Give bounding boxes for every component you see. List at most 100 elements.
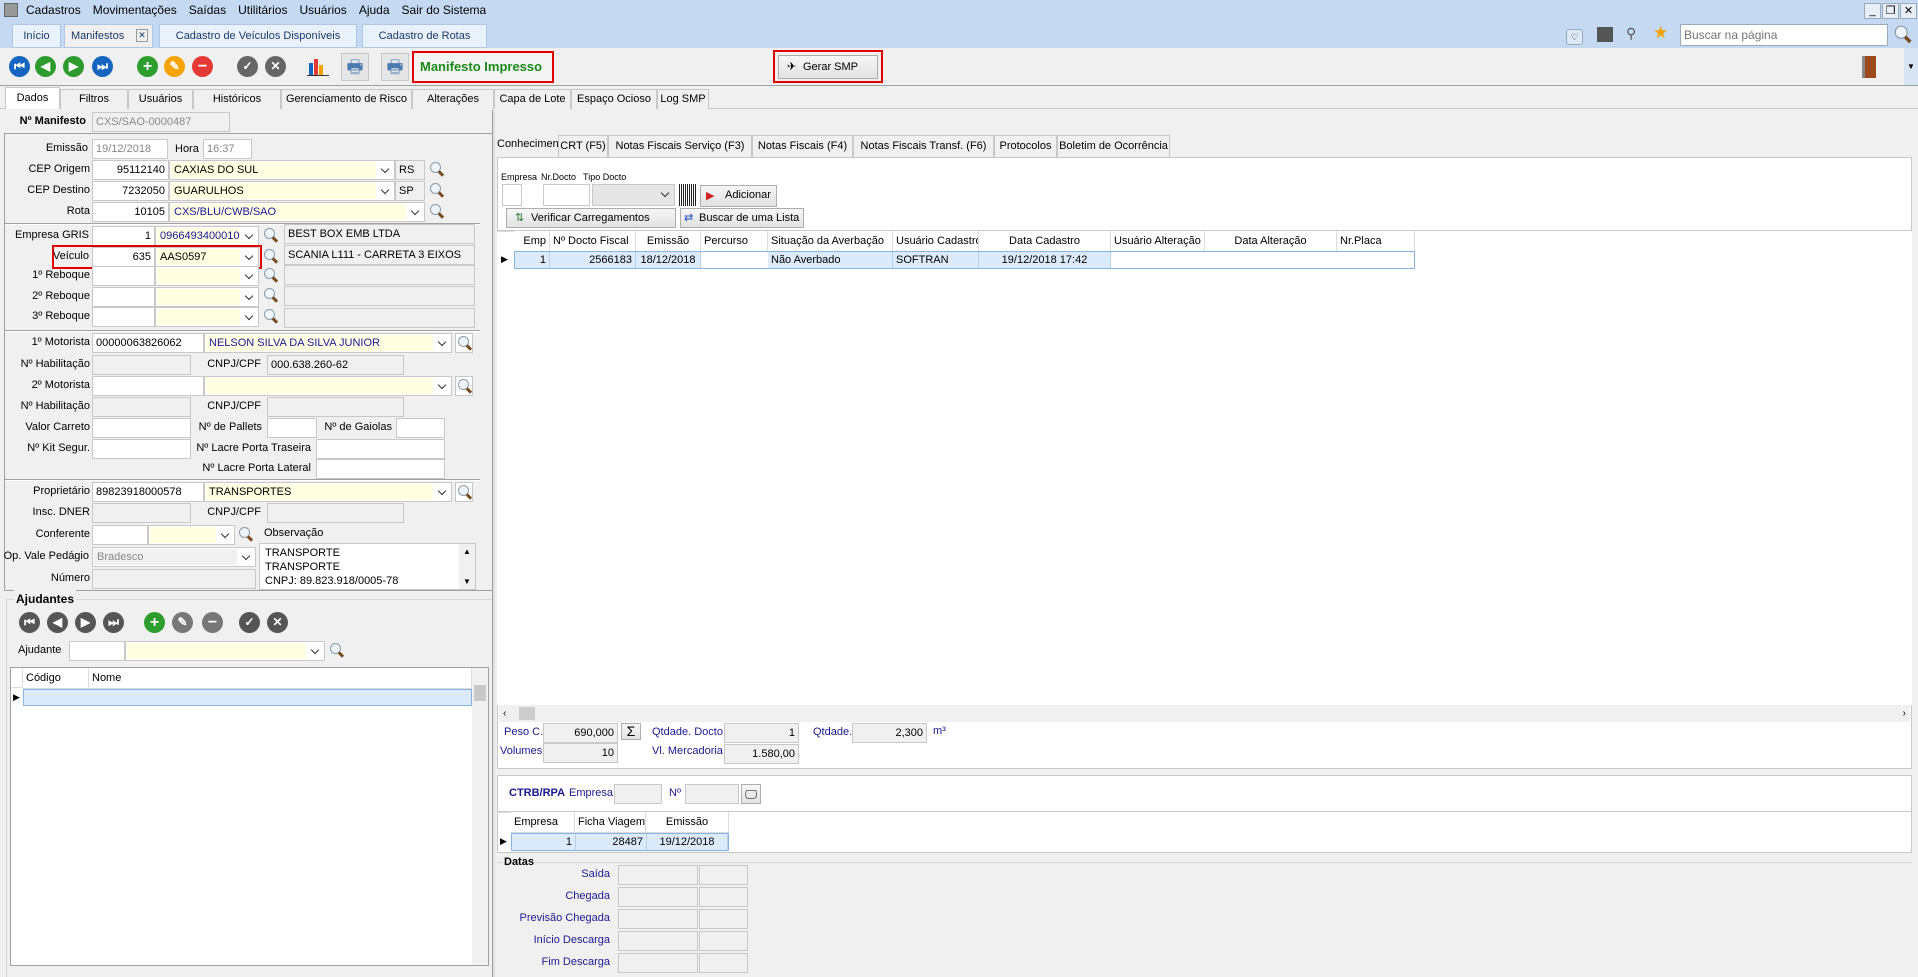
cep-origem-input[interactable]: 95112140 bbox=[92, 160, 169, 180]
ajudante-prev-button[interactable]: ◀ bbox=[47, 612, 68, 633]
rota-select[interactable]: CXS/BLU/CWB/SAO bbox=[169, 202, 425, 222]
column-header-emp[interactable]: Emp bbox=[514, 231, 550, 252]
adicionar-button[interactable]: ▶ Adicionar bbox=[700, 185, 777, 207]
tab-manifestos[interactable]: Manifestos ✕ bbox=[64, 24, 153, 48]
ajudante-next-button[interactable]: ▶ bbox=[75, 612, 96, 633]
search-reboque3-icon[interactable] bbox=[263, 308, 279, 324]
print-button[interactable]: 🖶 bbox=[341, 53, 369, 81]
empresa-gris-select[interactable]: 0966493400010( bbox=[155, 226, 259, 246]
kit-input[interactable] bbox=[92, 439, 191, 459]
ajudante-edit-button[interactable]: ✎ bbox=[172, 612, 193, 633]
reboque1-select[interactable] bbox=[155, 266, 259, 286]
close-tab-icon[interactable]: ✕ bbox=[136, 29, 148, 42]
barcode-icon[interactable] bbox=[679, 184, 696, 206]
last-record-button[interactable]: ⏭ bbox=[92, 56, 113, 77]
tab-crt[interactable]: CRT (F5) bbox=[558, 135, 608, 157]
proprietario-select[interactable]: TRANSPORTES bbox=[204, 482, 452, 502]
lacre-lateral-input[interactable] bbox=[316, 459, 445, 479]
grid-horizontal-scrollbar[interactable]: ‹ › bbox=[499, 705, 1910, 722]
search-page-input[interactable] bbox=[1680, 24, 1888, 46]
search-veiculo-icon[interactable] bbox=[263, 248, 279, 264]
proprietario-input[interactable]: 89823918000578 bbox=[92, 482, 204, 502]
search-reboque2-icon[interactable] bbox=[263, 287, 279, 303]
cep-destino-input[interactable]: 7232050 bbox=[92, 181, 169, 201]
confirm-button[interactable]: ✓ bbox=[237, 56, 258, 77]
veiculo-input[interactable]: 635 bbox=[92, 247, 155, 267]
conferente-select[interactable] bbox=[148, 525, 235, 545]
cidade-origem-select[interactable]: CAXIAS DO SUL bbox=[169, 160, 395, 180]
column-header-data-cadastro[interactable]: Data Cadastro bbox=[979, 231, 1111, 252]
search-cep-destino-icon[interactable] bbox=[429, 182, 445, 198]
tab-cadastro-rotas[interactable]: Cadastro de Rotas bbox=[362, 24, 487, 48]
star-icon[interactable]: ★ bbox=[1653, 23, 1668, 43]
motorista2-select[interactable] bbox=[204, 376, 452, 396]
pallets-input[interactable] bbox=[267, 418, 317, 438]
menu-cadastros[interactable]: Cadastros bbox=[26, 3, 81, 17]
search-cep-origem-icon[interactable] bbox=[429, 161, 445, 177]
conferente-input[interactable] bbox=[92, 525, 148, 545]
tab-inicio[interactable]: Início bbox=[12, 24, 61, 48]
tab-nf-servico[interactable]: Notas Fiscais Serviço (F3) bbox=[608, 135, 752, 157]
empresa-gris-input[interactable]: 1 bbox=[92, 226, 155, 246]
menu-ajuda[interactable]: Ajuda bbox=[359, 3, 390, 17]
ajudante-add-button[interactable]: + bbox=[144, 612, 165, 633]
next-record-button[interactable]: ▶ bbox=[63, 56, 84, 77]
close-button[interactable]: ✕ bbox=[1900, 3, 1917, 19]
panel-splitter[interactable] bbox=[492, 110, 495, 977]
column-header-placa[interactable]: Nr.Placa bbox=[1337, 231, 1415, 252]
tab-notas-fiscais[interactable]: Notas Fiscais (F4) bbox=[752, 135, 853, 157]
search-rota-icon[interactable] bbox=[429, 203, 445, 219]
menu-movimentacoes[interactable]: Movimentações bbox=[93, 3, 177, 17]
nrdocto-input[interactable] bbox=[543, 184, 590, 206]
motorista1-select[interactable]: NELSON SILVA DA SILVA JUNIOR bbox=[204, 333, 452, 353]
verificar-carregamentos-button[interactable]: ⇅ Verificar Carregamentos bbox=[506, 208, 676, 228]
tab-protocolos[interactable]: Protocolos bbox=[994, 135, 1057, 157]
add-button[interactable]: + bbox=[137, 56, 158, 77]
ajudante-last-button[interactable]: ⏭ bbox=[103, 612, 124, 633]
search-proprietario-button[interactable] bbox=[455, 482, 473, 502]
column-header-percurso[interactable]: Percurso bbox=[701, 231, 768, 252]
subtab-historicos[interactable]: Históricos bbox=[193, 89, 281, 109]
ajudantes-scrollbar[interactable] bbox=[472, 668, 488, 965]
subtab-usuarios[interactable]: Usuários bbox=[128, 89, 193, 109]
search-icon[interactable] bbox=[1893, 24, 1912, 43]
toolbar-overflow-button[interactable]: ▼ bbox=[1904, 48, 1918, 85]
search-empresa-gris-icon[interactable] bbox=[263, 227, 279, 243]
tab-cadastro-veiculos[interactable]: Cadastro de Veículos Disponíveis bbox=[159, 24, 357, 48]
tipo-docto-select[interactable] bbox=[592, 184, 675, 206]
reboque2-input[interactable] bbox=[92, 287, 155, 307]
tab-nf-transf[interactable]: Notas Fiscais Transf. (F6) bbox=[853, 135, 994, 157]
tab-boletim[interactable]: Boletim de Ocorrência bbox=[1057, 135, 1170, 157]
menu-usuarios[interactable]: Usuários bbox=[299, 3, 346, 17]
unpin-icon[interactable]: ⚲ bbox=[1626, 25, 1636, 42]
gerar-smp-button[interactable]: ✈ Gerar SMP bbox=[778, 55, 878, 79]
search-motorista2-button[interactable] bbox=[455, 376, 473, 396]
subtab-capa-lote[interactable]: Capa de Lote bbox=[494, 89, 571, 109]
reboque3-select[interactable] bbox=[155, 307, 259, 327]
column-header-situacao[interactable]: Situação da Averbação bbox=[768, 231, 893, 252]
scroll-right-icon[interactable]: › bbox=[1903, 705, 1906, 722]
cancel-button[interactable]: ✕ bbox=[265, 56, 286, 77]
column-header-usuario-cadastro[interactable]: Usuário Cadastro bbox=[893, 231, 979, 252]
column-header-nome[interactable]: Nome bbox=[89, 668, 472, 689]
tab-conhecimentos[interactable]: Conhecimentos (F2) bbox=[497, 133, 597, 157]
subtab-gerenciamento-risco[interactable]: Gerenciamento de Risco bbox=[281, 89, 412, 109]
minimize-button[interactable]: _ bbox=[1864, 3, 1881, 19]
column-header-docto[interactable]: Nº Docto Fiscal bbox=[550, 231, 636, 252]
search-motorista1-button[interactable] bbox=[455, 333, 473, 353]
search-reboque1-icon[interactable] bbox=[263, 267, 279, 283]
empresa-input[interactable] bbox=[502, 184, 522, 206]
menu-sair[interactable]: Sair do Sistema bbox=[402, 3, 487, 17]
column-header-ctrb-emissao[interactable]: Emissão bbox=[646, 812, 729, 833]
first-record-button[interactable]: ⏮ bbox=[9, 56, 30, 77]
column-header-emissao[interactable]: Emissão bbox=[636, 231, 701, 252]
restore-button[interactable]: ❐ bbox=[1882, 3, 1899, 19]
ajudante-first-button[interactable]: ⏮ bbox=[19, 612, 40, 633]
valor-carreto-input[interactable] bbox=[92, 418, 191, 438]
rota-input[interactable]: 10105 bbox=[92, 202, 169, 222]
column-header-ficha-viagem[interactable]: Ficha Viagem bbox=[575, 812, 646, 833]
search-ajudante-icon[interactable] bbox=[329, 642, 345, 658]
print-preview-button[interactable]: 🖶 bbox=[381, 53, 409, 81]
veiculo-placa-select[interactable]: AAS0597 bbox=[155, 247, 259, 267]
reboque3-input[interactable] bbox=[92, 307, 155, 327]
